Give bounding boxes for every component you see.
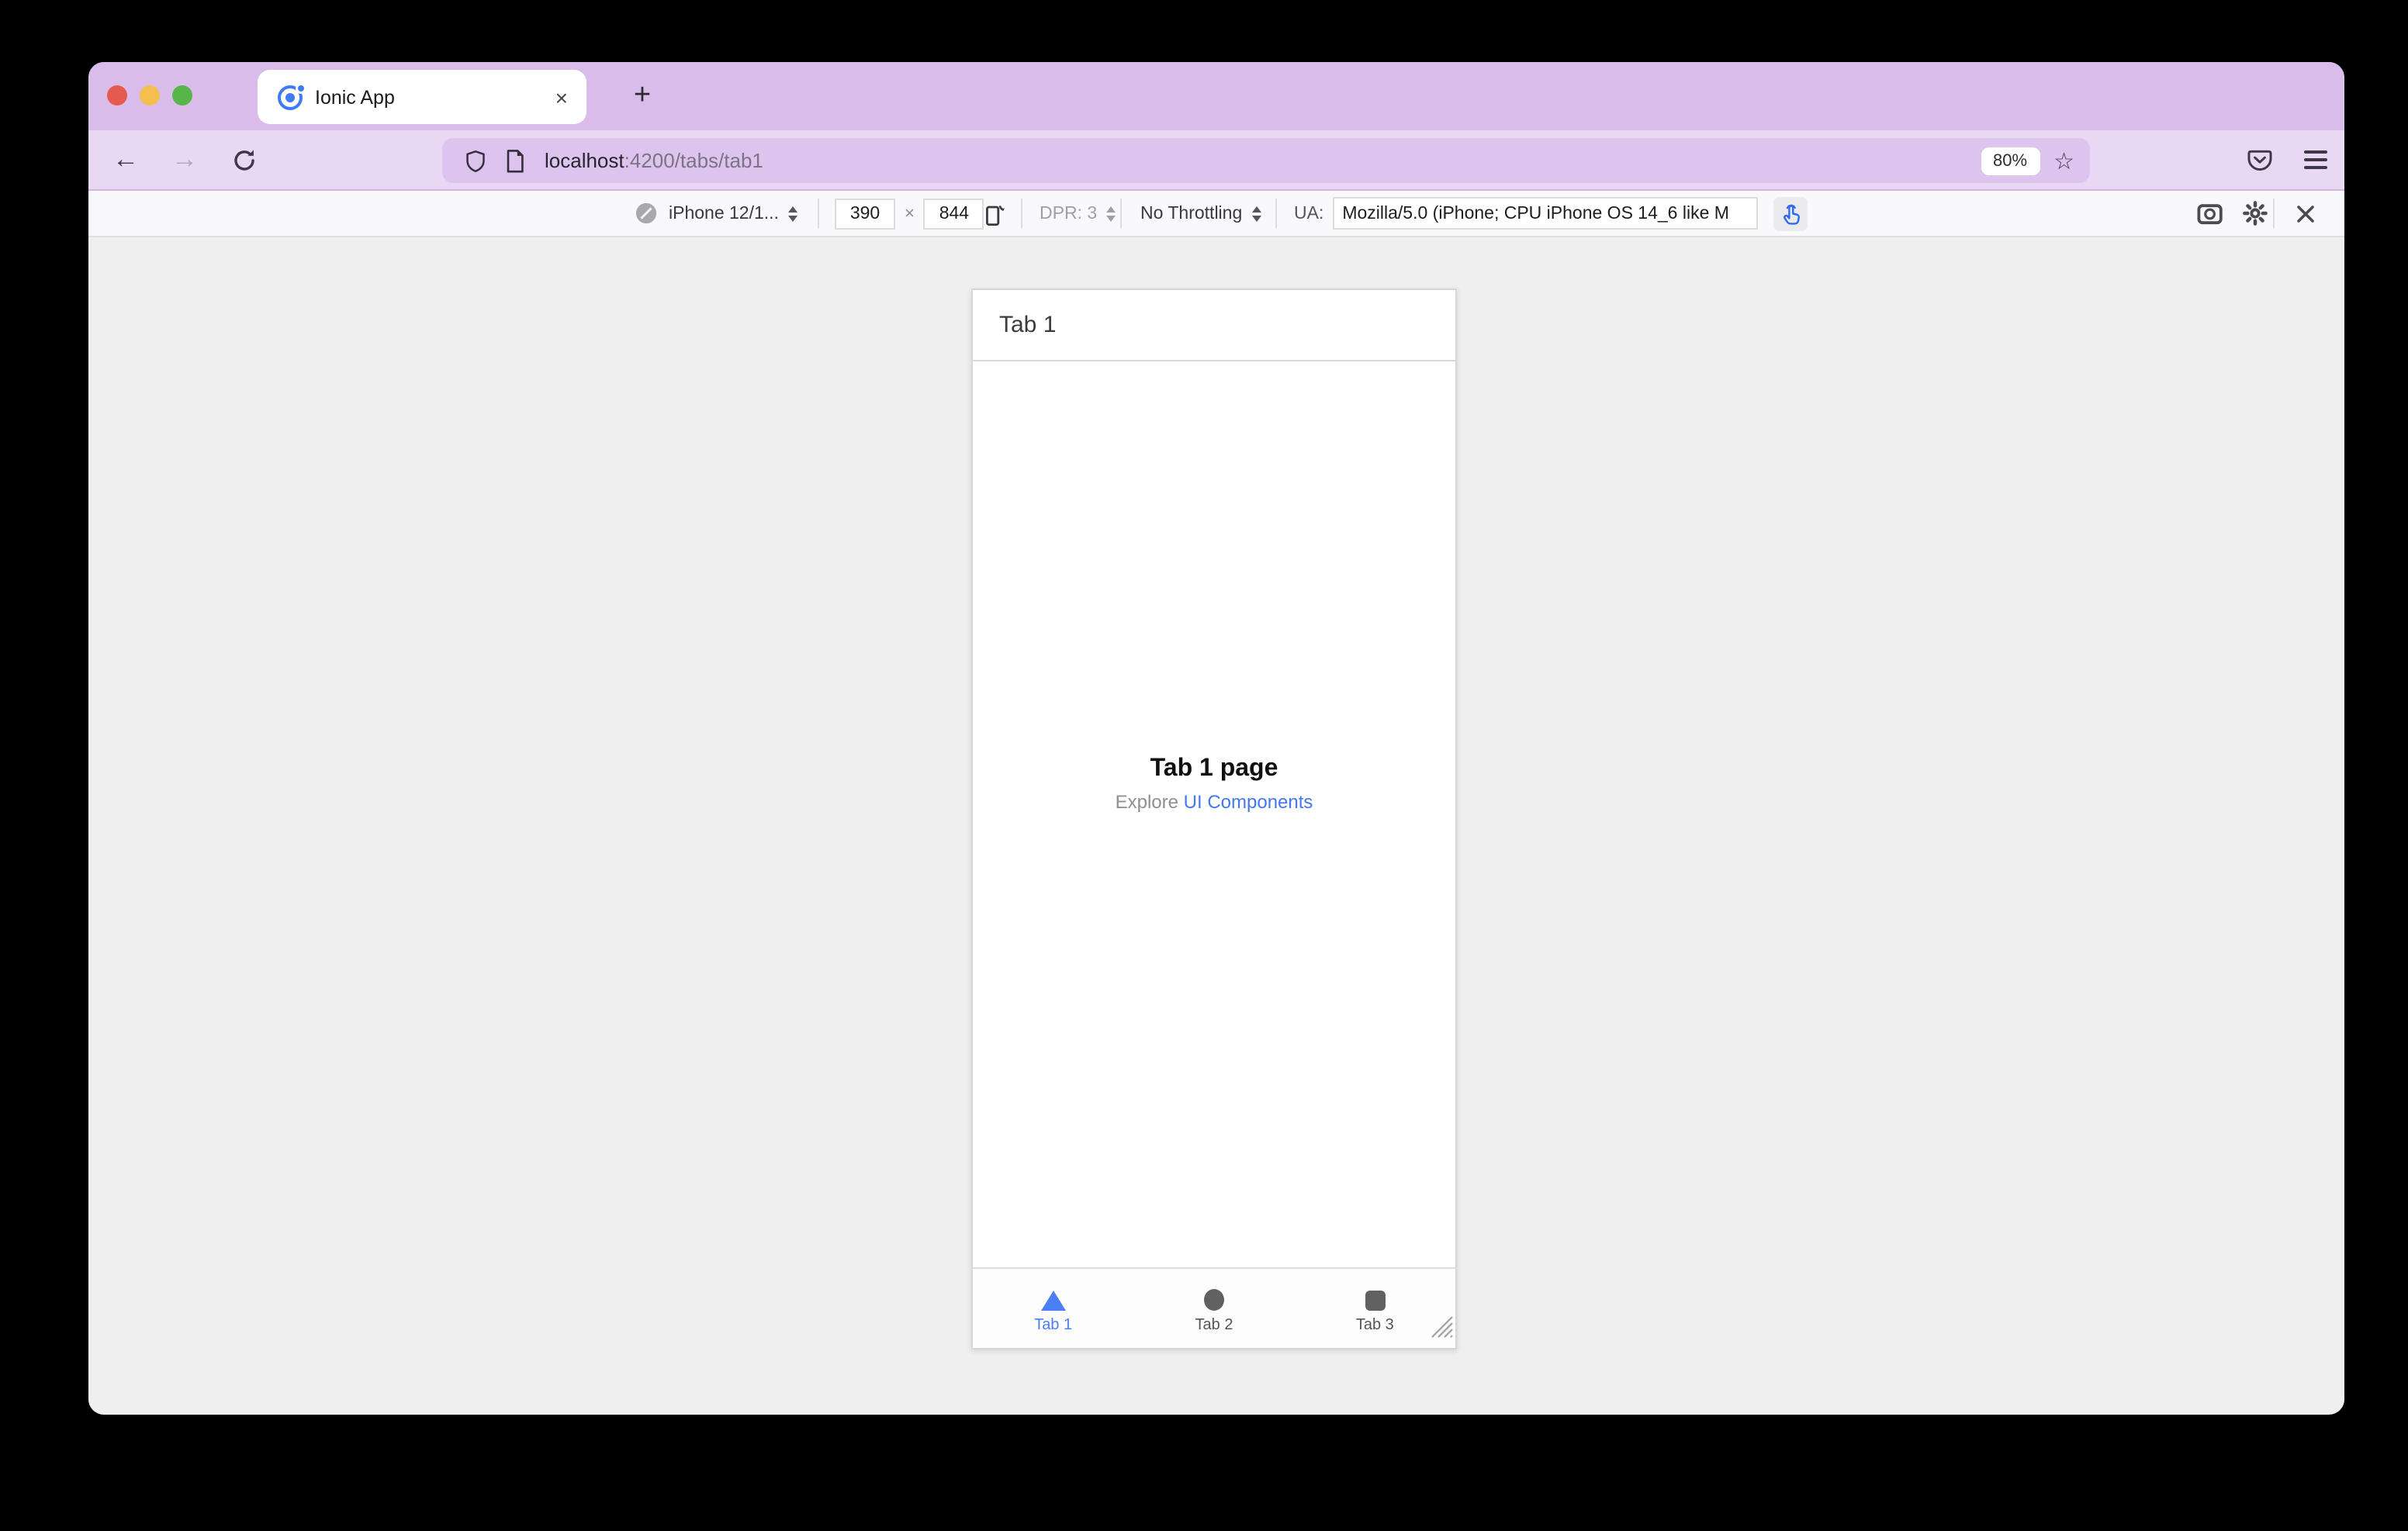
tab-bar-label: Tab 1 xyxy=(1034,1316,1073,1333)
app-header: Tab 1 xyxy=(973,290,1455,361)
square-icon xyxy=(1365,1287,1386,1310)
user-agent-group: UA: xyxy=(1294,191,1759,236)
browser-tab[interactable]: Ionic App × xyxy=(258,70,586,124)
tab-bar-label: Tab 3 xyxy=(1355,1316,1394,1333)
app-header-title: Tab 1 xyxy=(999,312,1057,338)
select-updown-icon xyxy=(787,206,797,221)
shield-icon xyxy=(466,150,485,171)
rdm-separator xyxy=(1275,199,1277,228)
url-host: localhost xyxy=(545,149,624,172)
url-path: :4200/tabs/tab1 xyxy=(624,149,763,172)
viewport-width-input[interactable] xyxy=(835,198,895,229)
tab-strip: Ionic App × + xyxy=(88,62,2344,130)
tab-bar-item-tab1[interactable]: Tab 1 xyxy=(973,1269,1133,1348)
pocket-icon[interactable] xyxy=(2236,130,2282,189)
page-info-icon xyxy=(507,149,524,172)
user-agent-input[interactable] xyxy=(1333,197,1759,230)
url-text: localhost:4200/tabs/tab1 xyxy=(545,149,1981,172)
app-tab-bar: Tab 1 Tab 2 Tab 3 xyxy=(973,1267,1455,1348)
minimize-window-button[interactable] xyxy=(140,85,160,105)
url-bar[interactable]: localhost:4200/tabs/tab1 80% ☆ xyxy=(442,138,2090,183)
tab-title: Ionic App xyxy=(315,86,395,108)
rdm-separator xyxy=(818,199,819,228)
rdm-settings-gear-icon[interactable] xyxy=(2231,191,2278,236)
rdm-separator xyxy=(1120,199,1122,228)
rdm-toolbar: iPhone 12/1... × DPR: 3 xyxy=(88,191,2344,237)
ui-components-link[interactable]: UI Components xyxy=(1184,791,1313,813)
page-title: Tab 1 page xyxy=(1150,755,1278,782)
dpr-label: DPR: 3 xyxy=(1040,204,1098,223)
touch-pointer-icon xyxy=(1783,203,1799,224)
triangle-icon xyxy=(1040,1287,1066,1310)
viewport-height-input[interactable] xyxy=(923,198,984,229)
explore-prefix: Explore xyxy=(1115,791,1184,813)
tab-bar-label: Tab 2 xyxy=(1195,1316,1233,1333)
ua-label: UA: xyxy=(1294,204,1324,223)
app-main: Tab 1 page Explore UI Components xyxy=(973,363,1455,1266)
device-selector-value: iPhone 12/1... xyxy=(669,204,779,223)
zoom-level-badge[interactable]: 80% xyxy=(1981,147,2040,175)
ellipse-icon xyxy=(1204,1287,1224,1310)
rdm-content-area: Tab 1 Tab 1 page Explore UI Components T… xyxy=(88,237,2344,1412)
app-center-block: Tab 1 page Explore UI Components xyxy=(973,755,1455,813)
ionic-favicon-icon xyxy=(278,85,304,109)
select-updown-icon xyxy=(1106,206,1116,221)
viewport-resize-handle[interactable] xyxy=(1431,1315,1454,1346)
rotate-viewport-icon[interactable] xyxy=(982,191,1007,236)
tab-close-icon[interactable]: × xyxy=(552,83,571,111)
back-button[interactable]: ← xyxy=(104,130,147,189)
forward-button[interactable]: → xyxy=(163,130,206,189)
select-updown-icon xyxy=(1251,206,1261,221)
rdm-separator xyxy=(1021,199,1022,228)
tab-bar-item-tab2[interactable]: Tab 2 xyxy=(1133,1269,1294,1348)
viewport-size-group: × xyxy=(835,191,984,236)
device-compass-icon xyxy=(635,191,658,236)
dpr-selector[interactable]: DPR: 3 xyxy=(1040,191,1116,236)
close-window-button[interactable] xyxy=(107,85,127,105)
touch-simulation-button[interactable] xyxy=(1773,197,1808,231)
throttling-selector[interactable]: No Throttling xyxy=(1140,191,1261,236)
rdm-close-icon[interactable] xyxy=(2282,191,2329,236)
device-viewport: Tab 1 Tab 1 page Explore UI Components T… xyxy=(971,289,1457,1350)
reload-button[interactable] xyxy=(222,130,265,189)
throttling-label: No Throttling xyxy=(1140,204,1243,223)
bookmark-star-icon[interactable]: ☆ xyxy=(2053,147,2074,175)
screen: Ionic App × + ← → localhost:4200/tabs/ta… xyxy=(0,0,2408,1531)
menu-hamburger-icon[interactable] xyxy=(2292,130,2338,189)
device-selector[interactable]: iPhone 12/1... xyxy=(669,191,797,236)
screenshot-camera-icon[interactable] xyxy=(2186,191,2233,236)
browser-window: Ionic App × + ← → localhost:4200/tabs/ta… xyxy=(88,62,2344,1415)
new-tab-button[interactable]: + xyxy=(622,76,663,116)
dimension-x-label: × xyxy=(905,204,915,223)
maximize-window-button[interactable] xyxy=(172,85,192,105)
navigation-toolbar: ← → localhost:4200/tabs/tab1 80% ☆ xyxy=(88,130,2344,191)
explore-line: Explore UI Components xyxy=(973,791,1455,813)
rdm-separator xyxy=(2273,199,2275,228)
